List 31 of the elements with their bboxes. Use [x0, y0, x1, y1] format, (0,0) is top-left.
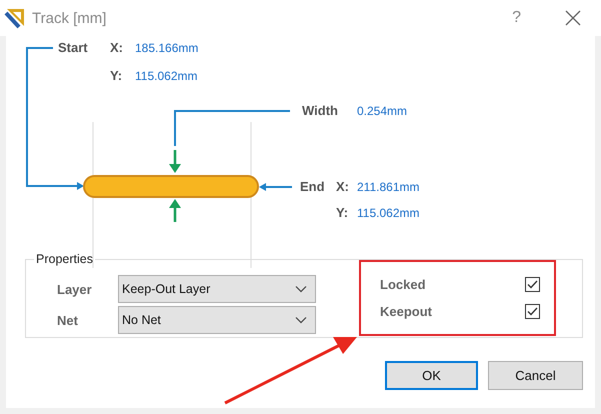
field-label: Layer — [57, 282, 93, 296]
dropdown[interactable]: No Net — [118, 306, 316, 334]
width-value: 0.254mm — [357, 103, 408, 119]
y-label: Y: — [336, 205, 348, 221]
ok-button[interactable]: OK — [385, 361, 478, 390]
group-title: Properties — [35, 252, 94, 266]
x-label: X: — [110, 40, 123, 56]
chevron-icon — [295, 285, 307, 293]
end-y-value: 115.062mm — [357, 205, 420, 221]
x-label: X: — [336, 179, 349, 195]
leader-arrow — [259, 183, 292, 191]
checkbox-label: Keepout — [380, 304, 432, 319]
up-arrow — [169, 199, 181, 222]
chevron-icon — [295, 316, 307, 324]
y-label: Y: — [110, 68, 122, 84]
end-x-value: 211.861mm — [357, 179, 420, 195]
checkbox[interactable] — [525, 304, 540, 319]
start-x-value: 185.166mm — [135, 40, 198, 56]
dropdown[interactable]: Keep-Out Layer — [118, 275, 316, 303]
window-title: Track [mm] — [32, 10, 108, 26]
down-arrow — [169, 150, 181, 173]
field-label: Net — [57, 312, 79, 328]
close-icon[interactable] — [565, 10, 581, 26]
checkbox[interactable] — [525, 277, 540, 292]
width-label: Width — [302, 103, 338, 119]
start-y-value: 115.062mm — [135, 68, 198, 84]
start-label: Start — [58, 40, 88, 56]
end-label: End — [300, 179, 325, 195]
cancel-button[interactable]: Cancel — [488, 361, 583, 390]
checkbox-label: Locked — [380, 277, 426, 292]
ruler-icon — [4, 7, 26, 29]
